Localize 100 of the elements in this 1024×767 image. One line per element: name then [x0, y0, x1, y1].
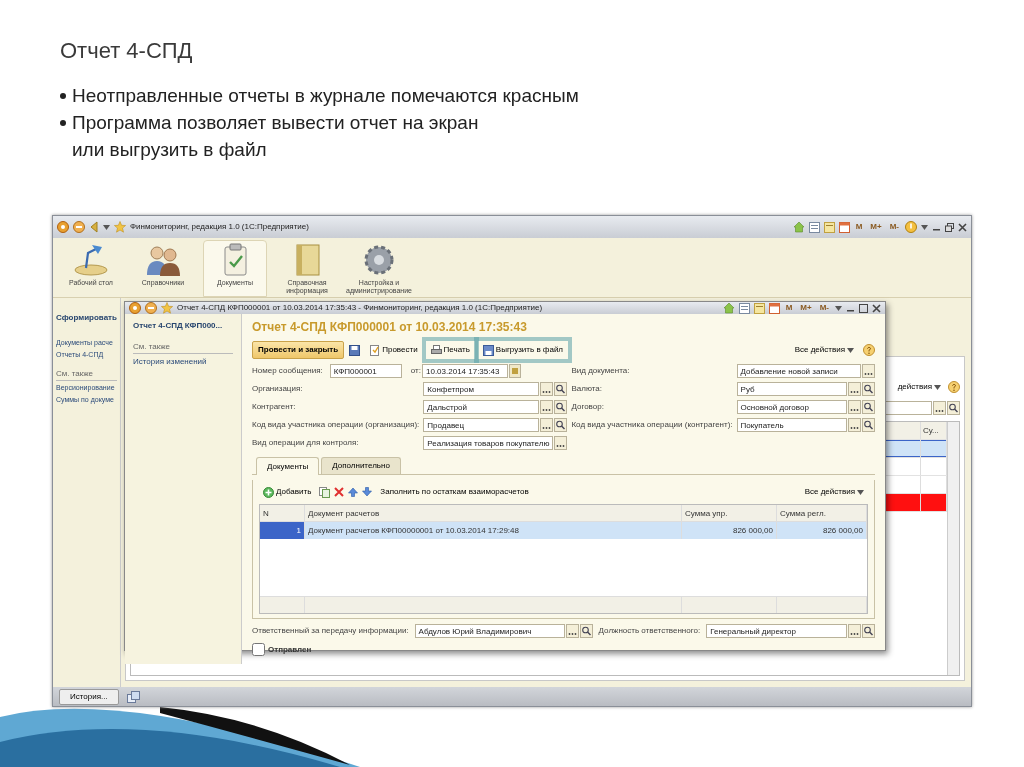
star-icon[interactable] — [114, 221, 126, 233]
more-button[interactable] — [554, 436, 568, 450]
help-icon[interactable] — [948, 381, 960, 393]
fill-button[interactable]: Заполнить по остаткам взаиморасчетов — [376, 484, 533, 500]
calendar-icon[interactable] — [768, 302, 780, 314]
logo-icon[interactable] — [57, 221, 69, 233]
more-button[interactable] — [933, 401, 946, 415]
bullet-text: Программа позволяет вывести отчет на экран или выгрузить в файл — [72, 111, 479, 163]
column-header: N — [260, 505, 305, 521]
column-header: Документ расчетов — [305, 505, 682, 521]
caret-icon[interactable] — [835, 305, 842, 311]
note-icon[interactable] — [823, 221, 835, 233]
maximize-icon[interactable] — [859, 303, 868, 313]
navigation-item[interactable]: История изменений — [133, 357, 233, 367]
navigation-item[interactable]: Отчет 4-СПД КФП000... — [133, 320, 233, 332]
toolbar-button[interactable]: Печать — [426, 342, 474, 358]
search-button[interactable] — [579, 624, 593, 638]
windows-icon[interactable] — [126, 690, 140, 703]
star-icon[interactable] — [161, 302, 173, 314]
column-header: Сумма упр. — [682, 505, 777, 521]
more-button[interactable] — [848, 418, 861, 432]
search-button[interactable] — [862, 382, 875, 396]
close-icon[interactable] — [872, 303, 881, 313]
history-button[interactable]: История... — [59, 688, 119, 705]
input-field[interactable]: Добавление новой записи — [736, 364, 861, 378]
document-icon — [369, 344, 381, 356]
input-field[interactable]: Основной договор — [736, 400, 847, 414]
tab[interactable]: Дополнительно — [321, 457, 401, 474]
section-heading: См. также — [56, 368, 117, 381]
more-button[interactable] — [848, 400, 861, 414]
caret-icon[interactable] — [103, 224, 110, 230]
more-button[interactable] — [848, 382, 861, 396]
calendar-icon[interactable] — [838, 221, 850, 233]
command-link[interactable]: Сформировать — [56, 312, 117, 324]
desk-lamp-icon — [72, 243, 110, 277]
memory-button[interactable]: M+ — [868, 221, 884, 233]
window-icon[interactable] — [808, 221, 820, 233]
memory-button[interactable]: M- — [887, 221, 901, 233]
more-button[interactable] — [540, 418, 554, 432]
caret-icon[interactable] — [921, 224, 928, 230]
menu-icon[interactable] — [145, 302, 157, 314]
all-actions-button[interactable]: Все действия — [790, 342, 858, 358]
copy-icon[interactable] — [319, 486, 331, 498]
input-field[interactable]: Дальстрой — [423, 400, 540, 414]
field-label: Вид документа: — [571, 365, 631, 377]
save-icon[interactable] — [349, 344, 361, 356]
window-title: Финмониторинг, редакция 1.0 (1С:Предприятие) — [130, 221, 309, 233]
delete-icon[interactable] — [334, 487, 345, 497]
scrollbar[interactable] — [947, 422, 959, 675]
bullet-icon — [60, 93, 66, 100]
input-field[interactable]: КФП000001 — [329, 364, 402, 378]
input-field[interactable]: Генеральный директор — [706, 624, 847, 638]
search-button[interactable] — [862, 400, 875, 414]
input-field[interactable]: Продавец — [423, 418, 540, 432]
input-field[interactable]: Абдулов Юрий Владимирович — [414, 624, 565, 638]
form-heading: Отчет 4-СПД КФП000001 от 10.03.2014 17:35:43 — [252, 319, 528, 336]
memory-button[interactable]: M — [783, 302, 795, 314]
field-label: Организация: — [252, 383, 304, 395]
search-button[interactable] — [554, 400, 568, 414]
memory-button[interactable]: M — [853, 221, 865, 233]
note-icon[interactable] — [753, 302, 765, 314]
memory-button[interactable]: M+ — [798, 302, 814, 314]
search-button[interactable] — [947, 401, 960, 415]
more-button[interactable] — [540, 400, 554, 414]
tab[interactable]: Документы — [256, 457, 320, 475]
more-button[interactable] — [848, 624, 861, 638]
add-button[interactable]: Добавить — [259, 484, 316, 500]
table-row[interactable]: 1 Документ расчетов КФП00000001 от 10.03.2014 17:29:48 826 000,00 826 000,00 — [260, 522, 867, 539]
more-button[interactable] — [862, 364, 875, 378]
window-icon[interactable] — [738, 302, 750, 314]
input-field[interactable]: Покупатель — [736, 418, 847, 432]
all-actions-button[interactable]: Все действия — [800, 484, 868, 500]
post-and-close-button[interactable]: Провести и закрыть — [252, 341, 345, 359]
toolbar-button[interactable]: Провести — [365, 342, 422, 358]
down-arrow-icon[interactable] — [362, 487, 373, 497]
more-button[interactable] — [565, 624, 579, 638]
search-button[interactable] — [862, 624, 875, 638]
memory-button[interactable]: M- — [817, 302, 831, 314]
info-icon[interactable] — [905, 221, 917, 233]
back-icon[interactable] — [89, 221, 99, 233]
logo-icon[interactable] — [129, 302, 141, 314]
more-button[interactable] — [540, 382, 554, 396]
checkbox[interactable] — [252, 643, 265, 656]
close-icon[interactable] — [958, 222, 967, 232]
help-icon[interactable] — [863, 344, 875, 356]
restore-icon[interactable] — [945, 222, 954, 232]
search-button[interactable] — [554, 418, 568, 432]
menu-icon[interactable] — [73, 221, 85, 233]
input-field[interactable]: Руб — [736, 382, 847, 396]
search-button[interactable] — [554, 382, 568, 396]
input-field[interactable]: Реализация товаров покупателю — [423, 436, 554, 450]
people-icon — [144, 243, 182, 277]
search-button[interactable] — [862, 418, 875, 432]
window-title: Отчет 4-СПД КФП000001 от 10.03.2014 17:35:43 - Финмониторинг, редакция 1.0 (1С:Предприятие) — [177, 302, 543, 314]
toolbar-button[interactable]: Выгрузить в файл — [478, 342, 568, 358]
up-arrow-icon[interactable] — [348, 487, 359, 497]
input-field[interactable]: 10.03.2014 17:35:43 — [422, 364, 508, 378]
all-actions-button[interactable]: действия — [893, 379, 945, 395]
field-label: Договор: — [571, 401, 605, 413]
input-field[interactable]: Конфетпром — [423, 382, 540, 396]
